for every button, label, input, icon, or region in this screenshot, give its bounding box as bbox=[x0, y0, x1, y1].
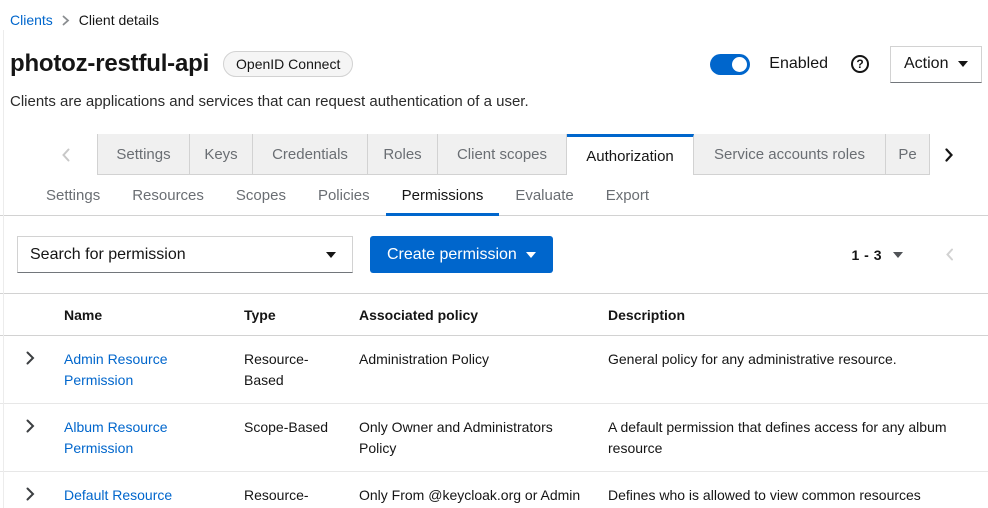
table-row: Admin Resource Permission Resource-Based… bbox=[0, 336, 988, 404]
create-permission-button[interactable]: Create permission bbox=[370, 236, 553, 273]
column-header-name: Name bbox=[48, 294, 228, 336]
subtab-permissions[interactable]: Permissions bbox=[386, 175, 500, 215]
column-header-type: Type bbox=[228, 294, 343, 336]
page-subtitle: Clients are applications and services th… bbox=[10, 93, 978, 110]
tab-roles[interactable]: Roles bbox=[368, 134, 438, 175]
page-title: photoz-restful-api bbox=[10, 50, 209, 78]
tabs-scroll-right-icon[interactable] bbox=[930, 134, 988, 175]
caret-down-icon bbox=[958, 61, 968, 67]
permissions-toolbar: Search for permission Create permission … bbox=[0, 236, 988, 273]
permission-type: Scope-Based bbox=[228, 404, 343, 472]
help-icon[interactable]: ? bbox=[851, 55, 869, 73]
pagination-range-dropdown[interactable]: 1 - 3 bbox=[851, 247, 903, 263]
content-left-edge bbox=[3, 30, 4, 508]
permission-description: A default permission that defines access… bbox=[592, 404, 988, 472]
permission-link[interactable]: Album Resource Permission bbox=[64, 419, 168, 456]
tab-client-scopes[interactable]: Client scopes bbox=[438, 134, 567, 175]
tab-settings[interactable]: Settings bbox=[97, 134, 190, 175]
pagination-prev-icon[interactable] bbox=[945, 248, 954, 261]
table-header-row: Name Type Associated policy Description bbox=[0, 294, 988, 336]
subtab-scopes[interactable]: Scopes bbox=[220, 175, 302, 215]
subtab-settings[interactable]: Settings bbox=[30, 175, 116, 215]
tab-credentials[interactable]: Credentials bbox=[253, 134, 368, 175]
associated-policy: Only Owner and Administrators Policy bbox=[343, 404, 592, 472]
permission-type: Resource-Based bbox=[228, 472, 343, 508]
table-row: Album Resource Permission Scope-Based On… bbox=[0, 404, 988, 472]
expand-row-icon[interactable] bbox=[26, 419, 35, 433]
permission-description: General policy for any administrative re… bbox=[592, 336, 988, 404]
search-permission-placeholder: Search for permission bbox=[30, 246, 186, 264]
main-tabs: Settings Keys Credentials Roles Client s… bbox=[0, 134, 988, 175]
tab-service-accounts-roles[interactable]: Service accounts roles bbox=[694, 134, 886, 175]
column-header-policy: Associated policy bbox=[343, 294, 592, 336]
tab-permissions-truncated[interactable]: Pe bbox=[886, 134, 930, 175]
caret-down-icon bbox=[326, 252, 336, 258]
action-dropdown[interactable]: Action bbox=[890, 46, 982, 83]
breadcrumb-clients-link[interactable]: Clients bbox=[10, 12, 53, 28]
pagination: 1 - 3 bbox=[851, 247, 988, 263]
search-permission-select[interactable]: Search for permission bbox=[17, 236, 353, 273]
enabled-toggle[interactable] bbox=[710, 54, 750, 75]
subtab-evaluate[interactable]: Evaluate bbox=[499, 175, 589, 215]
caret-down-icon bbox=[893, 252, 903, 258]
expand-column-header bbox=[0, 294, 48, 336]
associated-policy: Only From @keycloak.org or Admin bbox=[343, 472, 592, 508]
subtab-export[interactable]: Export bbox=[590, 175, 665, 215]
table-row: Default Resource Permission Resource-Bas… bbox=[0, 472, 988, 508]
enabled-label: Enabled bbox=[769, 55, 828, 73]
breadcrumb-separator-icon bbox=[62, 15, 70, 26]
tabs-scroll-left-icon[interactable] bbox=[0, 134, 97, 175]
authorization-subtabs: Settings Resources Scopes Policies Permi… bbox=[0, 175, 988, 216]
action-dropdown-label: Action bbox=[904, 55, 948, 73]
toggle-knob-icon bbox=[732, 57, 747, 72]
breadcrumb-current: Client details bbox=[79, 12, 159, 28]
associated-policy: Administration Policy bbox=[343, 336, 592, 404]
permission-description: Defines who is allowed to view common re… bbox=[592, 472, 988, 508]
permissions-table: Name Type Associated policy Description … bbox=[0, 293, 988, 508]
permission-type: Resource-Based bbox=[228, 336, 343, 404]
permission-link[interactable]: Admin Resource Permission bbox=[64, 351, 168, 388]
pagination-range: 1 - 3 bbox=[851, 247, 882, 263]
permission-link[interactable]: Default Resource Permission bbox=[64, 487, 172, 508]
tab-keys[interactable]: Keys bbox=[190, 134, 253, 175]
column-header-description: Description bbox=[592, 294, 988, 336]
expand-row-icon[interactable] bbox=[26, 487, 35, 501]
page-header: photoz-restful-api OpenID Connect Enable… bbox=[10, 45, 982, 83]
expand-row-icon[interactable] bbox=[26, 351, 35, 365]
breadcrumb: Clients Client details bbox=[0, 0, 988, 29]
subtab-policies[interactable]: Policies bbox=[302, 175, 386, 215]
subtab-resources[interactable]: Resources bbox=[116, 175, 220, 215]
protocol-badge: OpenID Connect bbox=[223, 51, 353, 78]
caret-down-icon bbox=[526, 252, 536, 258]
tab-authorization[interactable]: Authorization bbox=[567, 134, 694, 175]
